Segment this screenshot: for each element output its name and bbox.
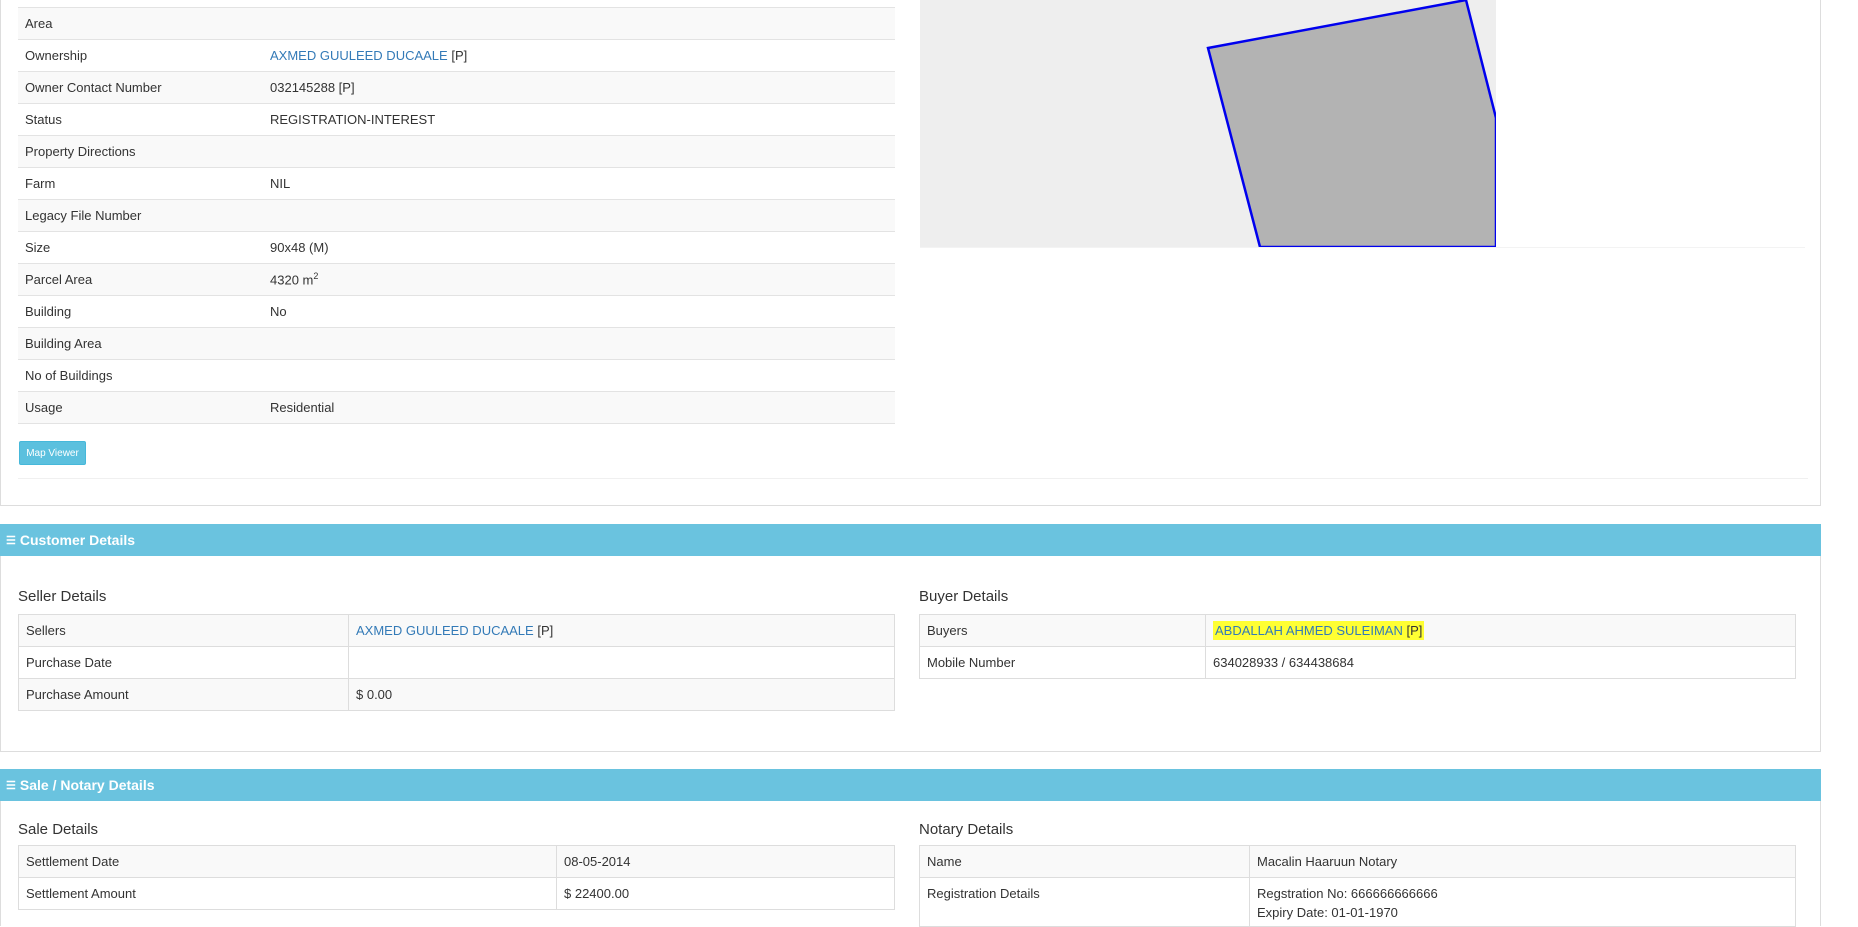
parcel-area-unit-exponent: 2 bbox=[313, 271, 319, 282]
buyer-details-title: Buyer Details bbox=[919, 588, 1009, 605]
table-row: Name Macalin Haaruun Notary bbox=[919, 845, 1796, 878]
seller-details-title: Seller Details bbox=[18, 588, 107, 605]
table-row: Size 90x48 (M) bbox=[18, 231, 895, 264]
table-row: Owner Contact Number 032145288 [P] bbox=[18, 71, 895, 104]
row-value: AXMED GUULEED DUCAALE [P] bbox=[263, 39, 895, 72]
row-value: ABDALLAH AHMED SULEIMAN [P] bbox=[1205, 614, 1796, 647]
row-value: Residential bbox=[263, 391, 895, 424]
owner-suffix: [P] bbox=[451, 48, 468, 63]
row-label: Usage bbox=[18, 391, 263, 424]
table-row: Purchase Amount $ 0.00 bbox=[18, 678, 895, 711]
table-row: Sellers AXMED GUULEED DUCAALE [P] bbox=[18, 614, 895, 647]
row-label: Property Directions bbox=[18, 135, 263, 168]
table-row: Status REGISTRATION-INTEREST bbox=[18, 103, 895, 136]
seller-link[interactable]: AXMED GUULEED DUCAALE bbox=[356, 623, 534, 638]
buyer-suffix: [P] bbox=[1406, 623, 1423, 638]
table-row: Legacy File Number bbox=[18, 199, 895, 232]
table-row: Area bbox=[18, 7, 895, 40]
row-value bbox=[263, 7, 895, 40]
parcel-polygon bbox=[1206, 0, 1496, 247]
row-value: $ 22400.00 bbox=[556, 877, 895, 910]
row-label: Ownership bbox=[18, 39, 263, 72]
row-value bbox=[263, 359, 895, 392]
section-title: Customer Details bbox=[19, 532, 136, 548]
row-value: 90x48 (M) bbox=[263, 231, 895, 264]
seller-details-table: Sellers AXMED GUULEED DUCAALE [P] Purchas… bbox=[18, 614, 895, 711]
row-label: Buyers bbox=[919, 614, 1206, 647]
row-value: 634028933 / 634438684 bbox=[1205, 646, 1796, 679]
section-title: Sale / Notary Details bbox=[19, 777, 155, 793]
table-row: Building No bbox=[18, 295, 895, 328]
property-details-table: Area Ownership AXMED GUULEED DUCAALE [P] … bbox=[18, 7, 895, 424]
row-label: Settlement Date bbox=[18, 845, 557, 878]
row-value: NIL bbox=[263, 167, 895, 200]
buyer-details-table: Buyers ABDALLAH AHMED SULEIMAN [P] Mobile… bbox=[919, 614, 1796, 679]
table-row: Settlement Amount $ 22400.00 bbox=[18, 877, 895, 910]
notary-details-title: Notary Details bbox=[919, 821, 1014, 838]
row-value bbox=[263, 327, 895, 360]
row-label: Size bbox=[18, 231, 263, 264]
table-row: Ownership AXMED GUULEED DUCAALE [P] bbox=[18, 39, 895, 72]
buyer-link[interactable]: ABDALLAH AHMED SULEIMAN bbox=[1215, 623, 1403, 638]
row-value: REGISTRATION-INTEREST bbox=[263, 103, 895, 136]
list-icon: ☰ bbox=[6, 779, 16, 792]
seller-suffix: [P] bbox=[537, 623, 554, 638]
row-label: Area bbox=[18, 7, 263, 40]
table-row: Parcel Area 4320 m2 bbox=[18, 263, 895, 296]
row-value: AXMED GUULEED DUCAALE [P] bbox=[348, 614, 895, 647]
sale-details-title: Sale Details bbox=[18, 821, 99, 838]
expiry-date: Expiry Date: 01-01-1970 bbox=[1257, 905, 1398, 920]
row-label: Status bbox=[18, 103, 263, 136]
notary-details-table: Name Macalin Haaruun Notary Registration … bbox=[919, 845, 1796, 927]
parcel-map-svg bbox=[1206, 0, 1496, 247]
row-label: Parcel Area bbox=[18, 263, 263, 296]
row-label: Registration Details bbox=[919, 877, 1250, 927]
row-label: Settlement Amount bbox=[18, 877, 557, 910]
row-label: Name bbox=[919, 845, 1250, 878]
sale-details-table: Settlement Date 08-05-2014 Settlement Amo… bbox=[18, 845, 895, 910]
map-viewer-button[interactable]: Map Viewer bbox=[19, 441, 86, 465]
list-icon: ☰ bbox=[6, 534, 16, 547]
sale-notary-header[interactable]: ☰ Sale / Notary Details bbox=[0, 769, 1821, 801]
table-row: Usage Residential bbox=[18, 391, 895, 424]
registration-number: Regstration No: 666666666666 bbox=[1257, 886, 1438, 901]
row-label: Mobile Number bbox=[919, 646, 1206, 679]
row-label: Owner Contact Number bbox=[18, 71, 263, 104]
owner-link[interactable]: AXMED GUULEED DUCAALE bbox=[270, 48, 448, 63]
row-value: Macalin Haaruun Notary bbox=[1249, 845, 1796, 878]
table-row: Purchase Date bbox=[18, 646, 895, 679]
page-scrollbar[interactable] bbox=[1822, 0, 1858, 926]
divider bbox=[18, 478, 1808, 479]
parcel-map[interactable] bbox=[920, 0, 1496, 247]
row-value: 08-05-2014 bbox=[556, 845, 895, 878]
row-label: Building Area bbox=[18, 327, 263, 360]
row-label: Building bbox=[18, 295, 263, 328]
table-row: Buyers ABDALLAH AHMED SULEIMAN [P] bbox=[919, 614, 1796, 647]
row-label: No of Buildings bbox=[18, 359, 263, 392]
row-value: 032145288 [P] bbox=[263, 71, 895, 104]
row-label: Farm bbox=[18, 167, 263, 200]
table-row: Property Directions bbox=[18, 135, 895, 168]
row-value: $ 0.00 bbox=[348, 678, 895, 711]
customer-details-header[interactable]: ☰ Customer Details bbox=[0, 524, 1821, 556]
table-row: Registration Details Regstration No: 6666… bbox=[919, 877, 1796, 927]
row-value: 4320 m2 bbox=[263, 263, 895, 296]
row-label: Purchase Amount bbox=[18, 678, 349, 711]
row-value: Regstration No: 666666666666 Expiry Date:… bbox=[1249, 877, 1796, 927]
table-row: Farm NIL bbox=[18, 167, 895, 200]
parcel-area-value: 4320 m bbox=[270, 272, 314, 288]
divider bbox=[920, 247, 1805, 248]
table-row: Mobile Number 634028933 / 634438684 bbox=[919, 646, 1796, 679]
row-label: Legacy File Number bbox=[18, 199, 263, 232]
row-value: No bbox=[263, 295, 895, 328]
table-row: Settlement Date 08-05-2014 bbox=[18, 845, 895, 878]
row-label: Sellers bbox=[18, 614, 349, 647]
table-row: Building Area bbox=[18, 327, 895, 360]
row-value bbox=[263, 135, 895, 168]
buyer-highlight: ABDALLAH AHMED SULEIMAN [P] bbox=[1213, 621, 1425, 640]
row-value bbox=[263, 199, 895, 232]
table-row: No of Buildings bbox=[18, 359, 895, 392]
row-value bbox=[348, 646, 895, 679]
row-label: Purchase Date bbox=[18, 646, 349, 679]
